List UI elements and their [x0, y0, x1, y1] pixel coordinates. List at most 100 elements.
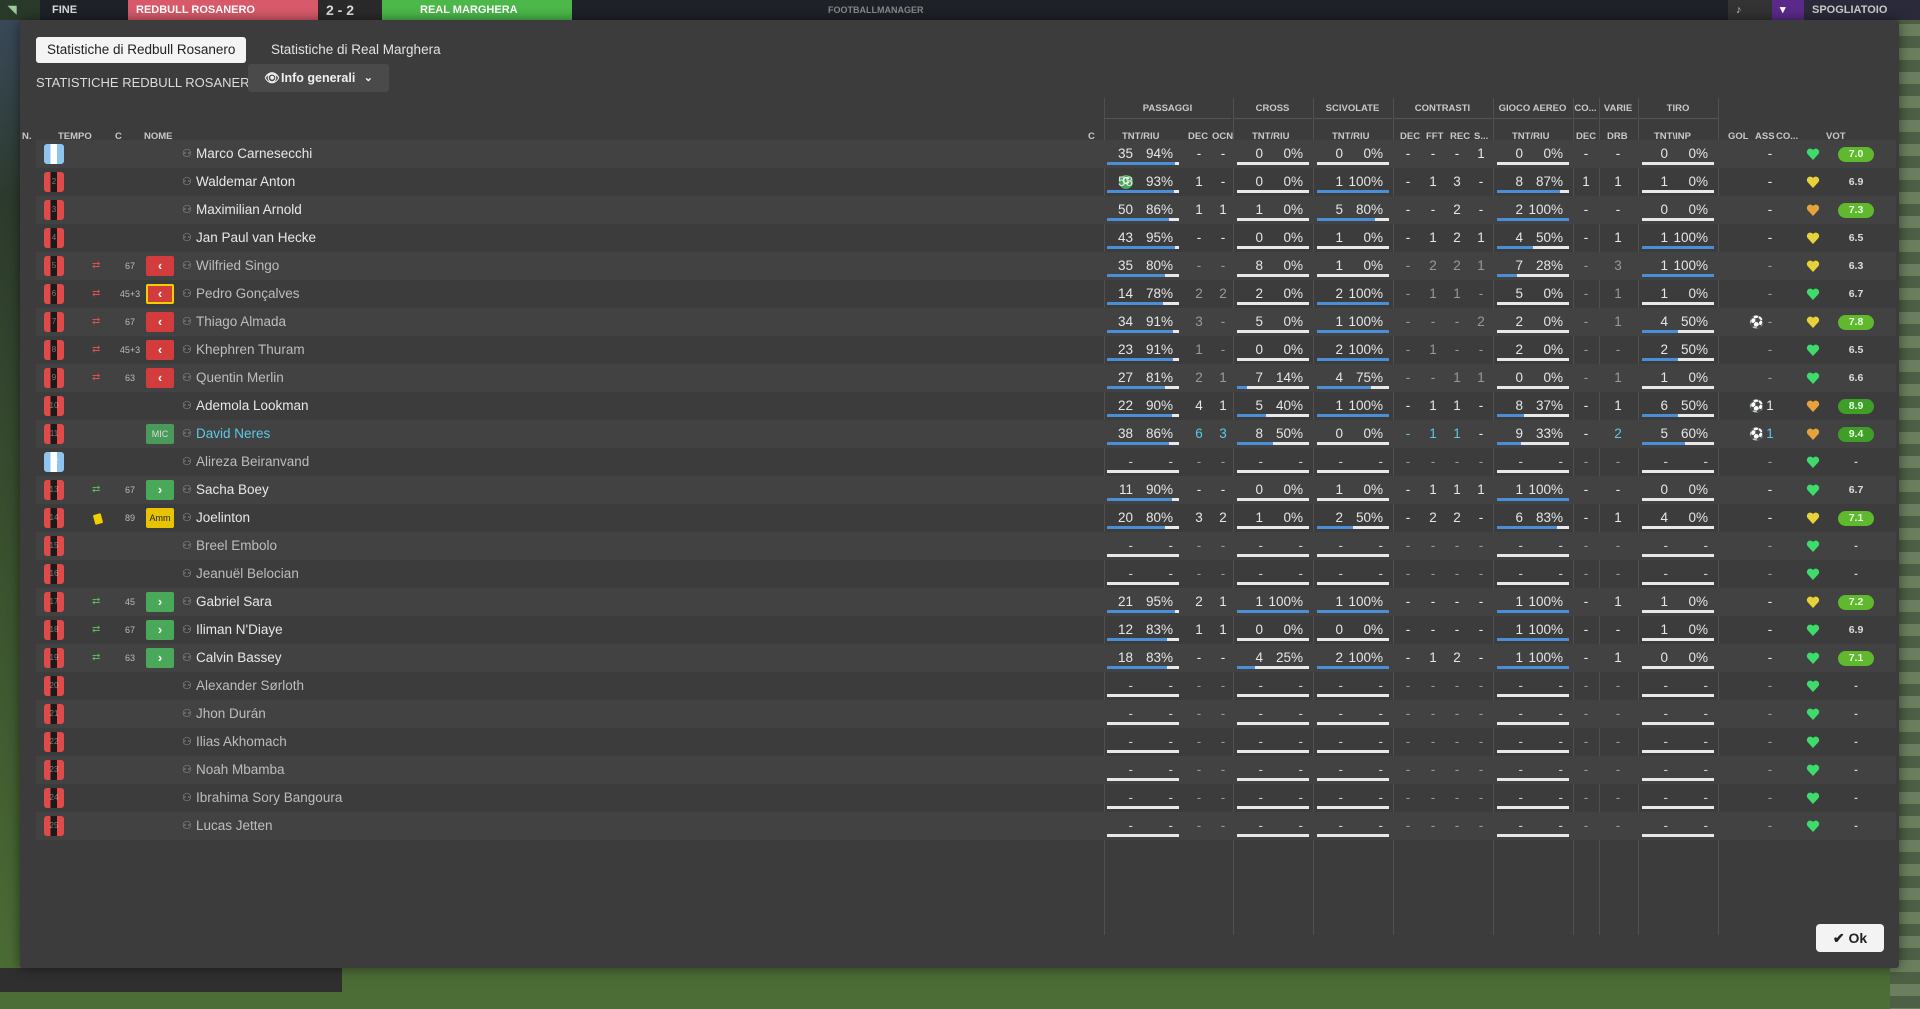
stat-bar — [1237, 358, 1309, 361]
stat-drb: - — [1615, 706, 1621, 721]
player-name[interactable]: Iliman N'Diaye — [196, 616, 283, 644]
sponsor-banner: FOOTBALLMANAGER — [828, 5, 924, 15]
table-row[interactable]: 10 ⚇ Ademola Lookman 22 90% 5 40% 1 100% 8 37% 6 50%… — [36, 392, 1896, 420]
player-name[interactable]: Ilias Akhomach — [196, 728, 287, 756]
stat-fft: - — [1430, 706, 1436, 721]
table-row[interactable]: 17 ⇄ 45 › ⚇ Gabriel Sara 21 95% 1 100% 1 100% 1 100% 1… — [36, 588, 1896, 616]
player-name[interactable]: Jhon Durán — [196, 700, 266, 728]
view-dropdown[interactable]: 👁Info generali ⌄ — [248, 64, 389, 92]
table-row[interactable]: 24 ⚇ Ibrahima Sory Bangoura - - - - - - - - - - - - - - -… — [36, 784, 1896, 812]
table-row[interactable]: 5 ⇄ 67 ‹ ⚇ Wilfried Singo 35 80% 8 0% 1 0% 7 28% 1 100%… — [36, 252, 1896, 280]
stat-s: - — [1478, 454, 1484, 469]
tab-home-stats[interactable]: Statistiche di Redbull Rosanero — [36, 37, 247, 63]
player-name[interactable]: Lucas Jetten — [196, 812, 273, 840]
table-row[interactable]: 19 ⇄ 63 › ⚇ Calvin Bassey 18 83% 4 25% 2 100% 1 100% 0… — [36, 644, 1896, 672]
stat-pass: -- — [1107, 448, 1179, 476]
tab-away-stats[interactable]: Statistiche di Real Marghera — [260, 37, 452, 63]
player-name[interactable]: Sacha Boey — [196, 476, 269, 504]
player-name[interactable]: Breel Embolo — [196, 532, 277, 560]
player-name[interactable]: Ademola Lookman — [196, 392, 309, 420]
stat-ocn: - — [1220, 146, 1226, 161]
table-row[interactable]: 12 ⚇ Alireza Beiranvand - - - - - - - - - - - - - - - - - - -… — [36, 448, 1896, 476]
column-header-n[interactable]: N. — [22, 130, 32, 144]
table-row[interactable]: 15 ⚇ Breel Embolo - - - - - - - - - - - - - - - - - - - - — [36, 532, 1896, 560]
player-name[interactable]: Ibrahima Sory Bangoura — [196, 784, 342, 812]
stat-drb: 1 — [1614, 286, 1622, 301]
stat-rec: - — [1454, 678, 1460, 693]
table-row[interactable]: 16 ⚇ Jeanuël Belocian - - - - - - - - - - - - - - - - - - - - — [36, 560, 1896, 588]
player-name[interactable]: Alexander Sørloth — [196, 672, 304, 700]
stat-bar-fill — [1317, 414, 1389, 417]
player-name[interactable]: Calvin Bassey — [196, 644, 282, 672]
stat-bar — [1642, 218, 1714, 221]
stat-codec: - — [1583, 230, 1589, 245]
stat-dec: - — [1196, 230, 1202, 245]
stat-ass: - — [1767, 510, 1773, 525]
table-row[interactable]: 8 ⇄ 45+3 ‹ ⚇ Khephren Thuram 23 91% 0 0% 2 100% 2 0% 2… — [36, 336, 1896, 364]
table-row[interactable]: 3 ⚇ Maximilian Arnold 50 86% 1 0% 5 80% 2 100% 0 0% 1… — [36, 196, 1896, 224]
table-row[interactable]: 9 ⇄ 63 ‹ ⚇ Quentin Merlin 27 81% 7 14% 4 75% 0 0% 1 0% 2… — [36, 364, 1896, 392]
stat-bar — [1317, 806, 1389, 809]
event-minute: 63 — [124, 373, 135, 383]
table-row[interactable]: 21 ⚇ Jhon Durán - - - - - - - - - - - - - - - - - - - - — [36, 700, 1896, 728]
stat-bar — [1107, 638, 1179, 641]
condition-heart-icon — [1806, 204, 1820, 216]
stat-bar — [1642, 582, 1714, 585]
player-name[interactable]: Noah Mbamba — [196, 756, 285, 784]
away-team-name[interactable]: REAL MARGHERA — [382, 0, 572, 20]
player-name[interactable]: Joelinton — [196, 504, 250, 532]
player-name[interactable]: Wilfried Singo — [196, 252, 279, 280]
table-row[interactable]: 11 MIC ⚇ David Neres 38 86% 8 50% 0 0% 9 33% 5 60% 6 3-… — [36, 420, 1896, 448]
shirt-number: 10 — [49, 401, 59, 410]
table-row[interactable]: 18 ⇄ 67 › ⚇ Iliman N'Diaye 12 83% 0 0% 0 0% 1 100% 1 0%… — [36, 616, 1896, 644]
table-row[interactable]: 7 ⇄ 67 ‹ ⚇ Thiago Almada 34 91% 5 0% 1 100% 2 0% 4 50% 3… — [36, 308, 1896, 336]
player-name[interactable]: Jan Paul van Hecke — [196, 224, 316, 252]
stat-s: - — [1478, 426, 1484, 441]
stat-bar — [1107, 610, 1179, 613]
shirt-icon: 2 — [44, 172, 64, 192]
table-row[interactable]: 20 ⚇ Alexander Sørloth - - - - - - - - - - - - - - - - - - - - — [36, 672, 1896, 700]
shirt-icon: 19 — [44, 648, 64, 668]
player-name[interactable]: Alireza Beiranvand — [196, 448, 309, 476]
player-name[interactable]: Waldemar Anton — [196, 168, 295, 196]
menu-icon[interactable]: ▾ — [1772, 0, 1804, 20]
table-row[interactable]: 4 ⚇ Jan Paul van Hecke 43 95% 0 0% 1 0% 4 50% 1 100%… — [36, 224, 1896, 252]
player-name[interactable]: Quentin Merlin — [196, 364, 284, 392]
sound-icon[interactable]: ♪ — [1728, 0, 1772, 20]
stat-ass: - — [1767, 314, 1773, 329]
shirt-icon: 11 — [44, 424, 64, 444]
table-row[interactable]: 2 ⚇ Waldemar Anton C 58 93% 0 0% 1 100% 8 87% 1 0% 1- -… — [36, 168, 1896, 196]
player-name[interactable]: Pedro Gonçalves — [196, 280, 300, 308]
table-row[interactable]: 13 ⇄ 67 › ⚇ Sacha Boey 11 90% 0 0% 1 0% 1 100% 0 0% - - -1… — [36, 476, 1896, 504]
stats-modal: Statistiche di Redbull Rosanero Statisti… — [20, 20, 1899, 968]
person-icon: ⚇ — [182, 624, 192, 636]
event-minute: 89 — [124, 513, 135, 523]
home-team-name[interactable]: REDBULL ROSANERO — [128, 0, 318, 20]
stat-rec: - — [1454, 342, 1460, 357]
stat-cdec: - — [1405, 734, 1411, 749]
stat-codec: - — [1583, 314, 1589, 329]
table-row[interactable]: 23 ⚇ Noah Mbamba - - - - - - - - - - - - - - - - - - - - — [36, 756, 1896, 784]
player-name[interactable]: Jeanuël Belocian — [196, 560, 299, 588]
table-row[interactable]: 1 ⚇ Marco Carnesecchi 35 94% 0 0% 0 0% 0 0% 0 0% - - - -… — [36, 140, 1896, 168]
stat-drb: - — [1615, 790, 1621, 805]
ok-button[interactable]: ✔ Ok — [1816, 924, 1884, 952]
player-name[interactable]: Marco Carnesecchi — [196, 140, 312, 168]
dressing-room-link[interactable]: SPOGLIATOIO — [1804, 0, 1920, 20]
player-name[interactable]: Thiago Almada — [196, 308, 286, 336]
table-row[interactable]: 14 89 Amm ⚇ Joelinton 20 80% 1 0% 2 50% 6 83% 4 0% 3 2 - 2… — [36, 504, 1896, 532]
table-row[interactable]: 25 ⚇ Lucas Jetten - - - - - - - - - - - - - - - - - - - - — [36, 812, 1896, 840]
stat-bar — [1497, 582, 1569, 585]
stat-rec: - — [1454, 594, 1460, 609]
stat-rec: 1 — [1453, 370, 1461, 385]
player-name[interactable]: David Neres — [196, 420, 270, 448]
player-name[interactable]: Gabriel Sara — [196, 588, 272, 616]
table-row[interactable]: 22 ⚇ Ilias Akhomach - - - - - - - - - - - - - - - - - - - - — [36, 728, 1896, 756]
player-name[interactable]: Maximilian Arnold — [196, 196, 302, 224]
stat-aer: 5 0% — [1497, 280, 1569, 308]
stat-bar — [1107, 414, 1179, 417]
table-row[interactable]: 6 ⇄ 45+3 ‹ ⚇ Pedro Gonçalves 14 78% 2 0% 2 100% 5 0% 1… — [36, 280, 1896, 308]
match-rating: 6.6 — [1848, 372, 1864, 384]
goal-ball-icon: ⚽ — [1749, 427, 1764, 441]
player-name[interactable]: Khephren Thuram — [196, 336, 305, 364]
